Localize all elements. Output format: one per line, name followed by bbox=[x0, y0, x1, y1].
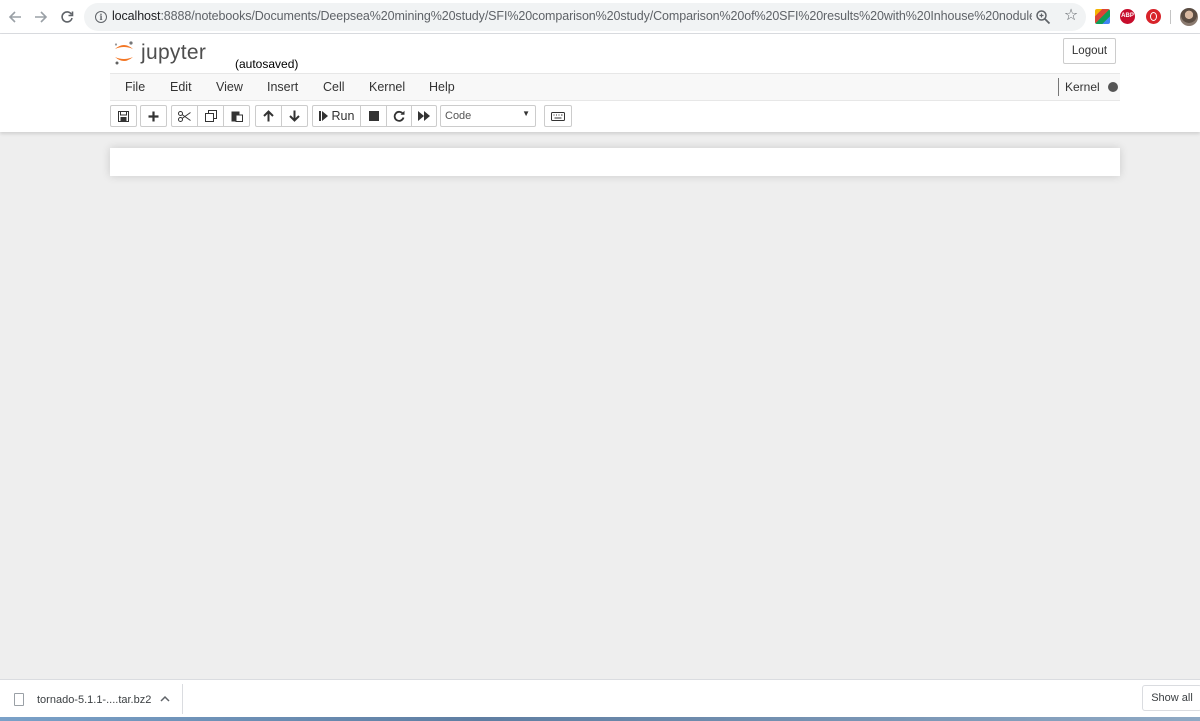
taskbar-edge bbox=[0, 717, 1200, 721]
plus-icon bbox=[148, 111, 159, 121]
logout-button[interactable]: Logout bbox=[1063, 38, 1116, 64]
notebook-container[interactable] bbox=[110, 148, 1120, 176]
address-bar[interactable]: i localhost:8888/notebooks/Documents/Dee… bbox=[84, 3, 1086, 31]
menu-kernel[interactable]: Kernel bbox=[369, 80, 405, 94]
move-down-button[interactable] bbox=[281, 105, 308, 127]
download-item-filename[interactable]: tornado-5.1.1-....tar.bz2 bbox=[37, 694, 151, 706]
cut-button[interactable] bbox=[171, 105, 198, 127]
menubar: File Edit View Insert Cell Kernel Help K… bbox=[110, 73, 1120, 101]
url-host: localhost bbox=[112, 9, 161, 23]
kernel-idle-icon bbox=[1107, 82, 1118, 92]
back-arrow-icon[interactable] bbox=[5, 7, 25, 27]
color-extension-icon[interactable] bbox=[1095, 9, 1110, 24]
forward-arrow-icon[interactable] bbox=[31, 7, 51, 27]
step-forward-icon bbox=[318, 111, 328, 121]
copy-button[interactable] bbox=[197, 105, 224, 127]
command-palette-button[interactable] bbox=[544, 105, 572, 127]
menu-help[interactable]: Help bbox=[429, 80, 455, 94]
menu-view[interactable]: View bbox=[216, 80, 243, 94]
cell-type-select[interactable]: Code ▼ bbox=[440, 105, 536, 127]
file-icon bbox=[14, 693, 24, 706]
paste-button[interactable] bbox=[223, 105, 250, 127]
zoom-icon[interactable] bbox=[1035, 9, 1051, 25]
paste-icon bbox=[231, 111, 243, 122]
profile-avatar[interactable] bbox=[1180, 8, 1198, 26]
download-shelf: tornado-5.1.1-....tar.bz2 Show all bbox=[0, 679, 1200, 721]
opera-extension-icon[interactable] bbox=[1146, 9, 1161, 24]
run-button-label: Run bbox=[331, 109, 355, 123]
restart-run-all-button[interactable] bbox=[411, 105, 437, 127]
site-info-icon[interactable]: i bbox=[95, 11, 107, 23]
stop-icon bbox=[368, 111, 379, 121]
menu-insert[interactable]: Insert bbox=[267, 80, 298, 94]
run-button[interactable]: Run bbox=[312, 105, 361, 127]
jupyter-logo-icon bbox=[113, 40, 135, 66]
jupyter-logo[interactable]: jupyter bbox=[113, 38, 206, 68]
restart-kernel-button[interactable] bbox=[386, 105, 412, 127]
show-all-button[interactable]: Show all bbox=[1142, 685, 1200, 711]
fast-forward-icon bbox=[418, 111, 430, 121]
reload-icon[interactable] bbox=[57, 7, 77, 27]
jupyter-logo-text: jupyter bbox=[141, 41, 207, 64]
kernel-indicator: Kernel bbox=[1058, 78, 1118, 96]
arrow-up-icon bbox=[263, 110, 274, 122]
url-text[interactable]: localhost:8888/notebooks/Documents/Deeps… bbox=[112, 9, 1032, 25]
browser-toolbar: i localhost:8888/notebooks/Documents/Dee… bbox=[0, 0, 1200, 34]
restart-icon bbox=[393, 110, 405, 122]
jupyter-header: jupyter (autosaved) Logout File Edit Vie… bbox=[0, 34, 1200, 132]
cell-type-value: Code bbox=[445, 110, 472, 122]
menu-file[interactable]: File bbox=[125, 80, 145, 94]
interrupt-kernel-button[interactable] bbox=[360, 105, 387, 127]
keyboard-icon bbox=[551, 111, 565, 121]
menu-edit[interactable]: Edit bbox=[170, 80, 192, 94]
adblock-plus-icon[interactable]: ABP bbox=[1120, 9, 1135, 24]
chevron-up-icon[interactable] bbox=[158, 692, 172, 706]
insert-cell-button[interactable] bbox=[140, 105, 167, 127]
kernel-indicator-label: Kernel bbox=[1065, 80, 1100, 94]
bookmark-star-icon[interactable]: ☆ bbox=[1062, 7, 1080, 25]
dropdown-caret-icon: ▼ bbox=[522, 109, 530, 118]
menu-cell[interactable]: Cell bbox=[323, 80, 345, 94]
scissors-icon bbox=[178, 110, 191, 122]
copy-icon bbox=[204, 110, 217, 122]
url-path: :8888/notebooks/Documents/Deepsea%20mini… bbox=[160, 9, 1032, 23]
save-icon bbox=[118, 110, 129, 122]
download-divider bbox=[182, 684, 183, 714]
save-button[interactable] bbox=[110, 105, 137, 127]
arrow-down-icon bbox=[289, 110, 300, 122]
move-up-button[interactable] bbox=[255, 105, 282, 127]
checkpoint-status: (autosaved) bbox=[235, 57, 299, 71]
toolbar-divider bbox=[1170, 10, 1171, 24]
